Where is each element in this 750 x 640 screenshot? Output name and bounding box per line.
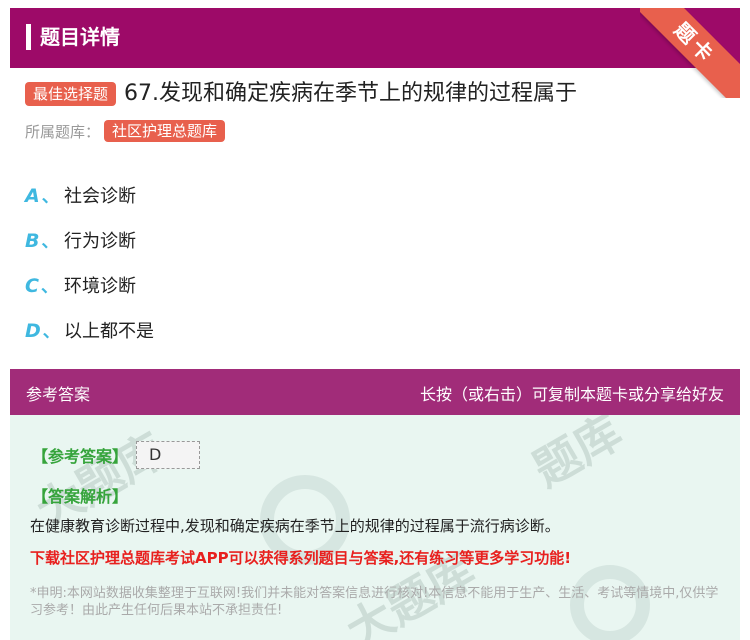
question-row: 最佳选择题 67.发现和确定疾病在季节上的规律的过程属于 (25, 79, 577, 109)
option-text: 行为诊断 (64, 230, 136, 252)
question-bank-row: 所属题库： 社区护理总题库 (25, 120, 226, 142)
option-letter: A、 (25, 185, 59, 207)
options-list: A、 社会诊断 B、 行为诊断 C、 环境诊断 D、 以上都不是 (25, 172, 154, 352)
app-promo-link[interactable]: 下载社区护理总题库考试APP可以获得系列题目与答案,还有练习等更多学习功能! (30, 547, 571, 568)
watermark-text: 题库 (524, 415, 631, 497)
analysis-label: 【答案解析】 (32, 487, 129, 506)
option-c[interactable]: C、 环境诊断 (25, 262, 154, 307)
answer-body: 大题库 题库 大题库 【参考答案】 D 【答案解析】 在健康教育诊断过程中,发现… (10, 415, 740, 640)
reference-answer-value: D (136, 441, 201, 469)
answer-section-title: 参考答案 (26, 385, 91, 404)
option-a[interactable]: A、 社会诊断 (25, 172, 154, 217)
reference-answer-label: 【参考答案】 (32, 447, 129, 466)
disclaimer: *申明:本网站数据收集整理于互联网!我们并未能对答案信息进行核对!本信息不能用于… (30, 586, 719, 618)
analysis-text: 在健康教育诊断过程中,发现和确定疾病在季节上的规律的过程属于流行病诊断。 (30, 517, 560, 535)
question-type-badge: 最佳选择题 (25, 82, 117, 106)
question-text: 67.发现和确定疾病在季节上的规律的过程属于 (124, 81, 578, 106)
header-accent-bar (26, 24, 31, 50)
ribbon-container: 题卡 (640, 8, 740, 98)
page-title: 题目详情 (40, 25, 120, 49)
option-letter: C、 (25, 275, 58, 297)
page: 题目详情 题卡 最佳选择题 67.发现和确定疾病在季节上的规律的过程属于 所属题… (0, 0, 750, 640)
option-text: 社会诊断 (64, 185, 136, 207)
option-letter: B、 (25, 230, 59, 252)
question-card-ribbon[interactable]: 题卡 (640, 8, 740, 98)
option-d[interactable]: D、 以上都不是 (25, 307, 154, 352)
bank-link[interactable]: 社区护理总题库 (104, 120, 226, 142)
bank-label: 所属题库： (25, 122, 101, 141)
option-b[interactable]: B、 行为诊断 (25, 217, 154, 262)
reference-answer-row: 【参考答案】 D (32, 441, 201, 469)
header: 题目详情 题卡 (10, 8, 740, 98)
answer-header: 参考答案 长按（或右击）可复制本题卡或分享给好友 (10, 369, 740, 415)
option-letter: D、 (25, 320, 60, 342)
option-text: 环境诊断 (64, 275, 136, 297)
share-hint: 长按（或右击）可复制本题卡或分享给好友 (419, 385, 724, 404)
option-text: 以上都不是 (64, 320, 154, 342)
